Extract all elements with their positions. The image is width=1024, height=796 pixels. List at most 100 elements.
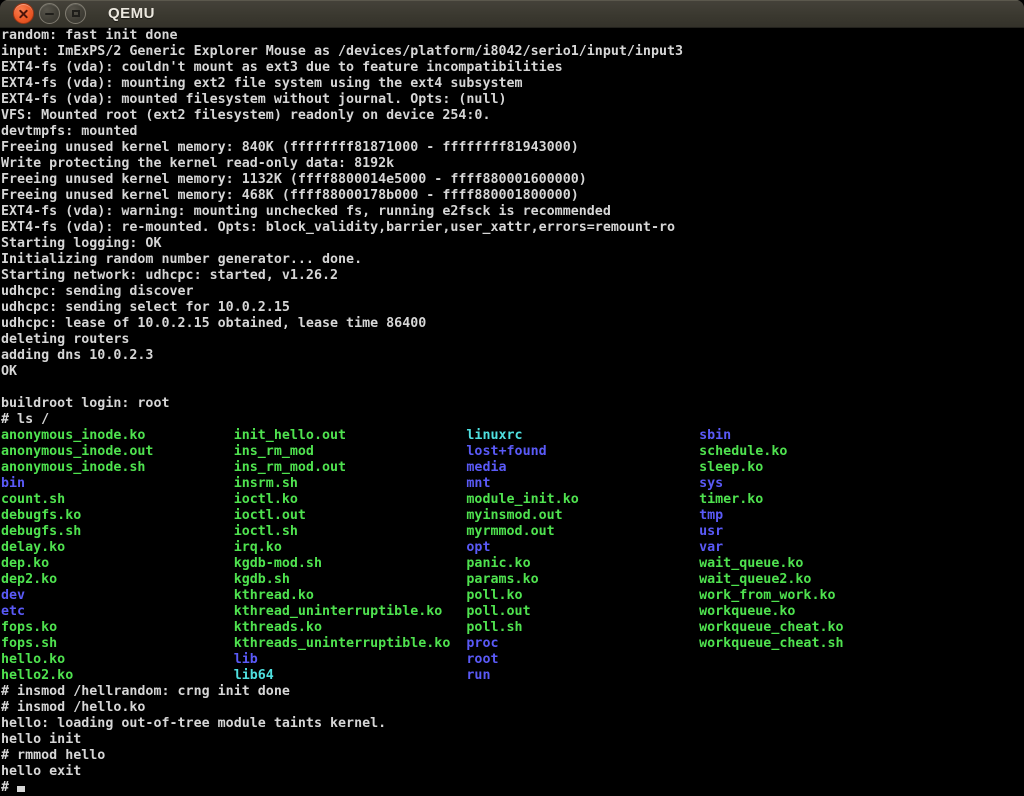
terminal-line: buildroot login: root [1, 396, 1024, 412]
ls-entry: ioctl.ko [234, 492, 467, 507]
ls-entry: lost+found [466, 444, 699, 459]
terminal-text: Freeing unused kernel memory: 1132K (fff… [1, 172, 587, 187]
ls-entry: poll.out [466, 604, 699, 619]
terminal-text: Freeing unused kernel memory: 468K (ffff… [1, 188, 579, 203]
ls-entry: poll.ko [466, 588, 699, 603]
terminal-line: fops.sh kthreads_uninterruptible.ko proc… [1, 636, 1024, 652]
terminal-line: EXT4-fs (vda): couldn't mount as ext3 du… [1, 60, 1024, 76]
terminal-text: Freeing unused kernel memory: 840K (ffff… [1, 140, 579, 155]
ls-entry: var [699, 540, 723, 555]
ls-entry: ioctl.sh [234, 524, 467, 539]
terminal-line: hello: loading out-of-tree module taints… [1, 716, 1024, 732]
ls-entry: run [466, 668, 490, 683]
terminal-text: EXT4-fs (vda): couldn't mount as ext3 du… [1, 60, 563, 75]
minimize-button[interactable] [39, 3, 60, 24]
terminal-text: OK [1, 364, 17, 379]
ls-entry: proc [466, 636, 699, 651]
terminal-text: input: ImExPS/2 Generic Explorer Mouse a… [1, 44, 683, 59]
terminal-line: anonymous_inode.sh ins_rm_mod.out media … [1, 460, 1024, 476]
close-button[interactable] [13, 3, 34, 24]
window-title: QEMU [108, 5, 155, 22]
ls-entry: kgdb.sh [234, 572, 467, 587]
terminal-text: # insmod /hellrandom: crng init done [1, 684, 290, 699]
ls-entry: etc [1, 604, 234, 619]
terminal-text: Write protecting the kernel read-only da… [1, 156, 394, 171]
maximize-button[interactable] [65, 3, 86, 24]
ls-entry: timer.ko [699, 492, 763, 507]
terminal-line: # ls / [1, 412, 1024, 428]
terminal-line: hello.ko lib root [1, 652, 1024, 668]
terminal-line: input: ImExPS/2 Generic Explorer Mouse a… [1, 44, 1024, 60]
terminal-line: dep2.ko kgdb.sh params.ko wait_queue2.ko [1, 572, 1024, 588]
terminal-line: EXT4-fs (vda): mounting ext2 file system… [1, 76, 1024, 92]
terminal-text: Starting network: udhcpc: started, v1.26… [1, 268, 338, 283]
ls-entry: usr [699, 524, 723, 539]
terminal-line: # insmod /hello.ko [1, 700, 1024, 716]
ls-entry: bin [1, 476, 234, 491]
ls-entry: workqueue.ko [699, 604, 795, 619]
ls-entry: myinsmod.out [466, 508, 699, 523]
ls-entry: kthreads_uninterruptible.ko [234, 636, 467, 651]
ls-entry: dev [1, 588, 234, 603]
terminal-text: udhcpc: lease of 10.0.2.15 obtained, lea… [1, 316, 426, 331]
ls-entry: sbin [699, 428, 731, 443]
terminal-line: Initializing random number generator... … [1, 252, 1024, 268]
ls-entry: linuxrc [466, 428, 699, 443]
terminal-line: Freeing unused kernel memory: 1132K (fff… [1, 172, 1024, 188]
ls-entry: workqueue_cheat.ko [699, 620, 843, 635]
ls-entry: dep.ko [1, 556, 234, 571]
close-icon [19, 9, 28, 18]
ls-entry: fops.sh [1, 636, 234, 651]
terminal-line: dev kthread.ko poll.ko work_from_work.ko [1, 588, 1024, 604]
terminal-text: udhcpc: sending discover [1, 284, 194, 299]
terminal-screen[interactable]: random: fast init doneinput: ImExPS/2 Ge… [0, 28, 1024, 796]
ls-entry: debugfs.sh [1, 524, 234, 539]
ls-entry: debugfs.ko [1, 508, 234, 523]
terminal-line: udhcpc: sending select for 10.0.2.15 [1, 300, 1024, 316]
terminal-text: VFS: Mounted root (ext2 filesystem) read… [1, 108, 490, 123]
ls-entry: wait_queue.ko [699, 556, 803, 571]
ls-entry: dep2.ko [1, 572, 234, 587]
ls-entry: work_from_work.ko [699, 588, 835, 603]
shell-prompt: # [1, 780, 17, 795]
terminal-line: count.sh ioctl.ko module_init.ko timer.k… [1, 492, 1024, 508]
terminal-line: delay.ko irq.ko opt var [1, 540, 1024, 556]
ls-entry: root [466, 652, 498, 667]
ls-entry: sleep.ko [699, 460, 763, 475]
terminal-text: hello: loading out-of-tree module taints… [1, 716, 386, 731]
terminal-text: Initializing random number generator... … [1, 252, 362, 267]
terminal-text: EXT4-fs (vda): warning: mounting uncheck… [1, 204, 611, 219]
ls-entry: panic.ko [466, 556, 699, 571]
terminal-line [1, 380, 1024, 396]
ls-entry: wait_queue2.ko [699, 572, 811, 587]
terminal-text: # insmod /hello.ko [1, 700, 145, 715]
maximize-icon [72, 10, 80, 17]
ls-entry: sys [699, 476, 723, 491]
terminal-line: hello exit [1, 764, 1024, 780]
terminal-line: Starting network: udhcpc: started, v1.26… [1, 268, 1024, 284]
ls-entry: ins_rm_mod.out [234, 460, 467, 475]
text-cursor [17, 786, 25, 792]
ls-entry: module_init.ko [466, 492, 699, 507]
ls-entry: poll.sh [466, 620, 699, 635]
terminal-line: hello init [1, 732, 1024, 748]
terminal-text: udhcpc: sending select for 10.0.2.15 [1, 300, 290, 315]
ls-entry: mnt [466, 476, 699, 491]
ls-entry: irq.ko [234, 540, 467, 555]
window-titlebar[interactable]: QEMU [0, 0, 1024, 28]
ls-entry: kthread_uninterruptible.ko [234, 604, 467, 619]
ls-entry: workqueue_cheat.sh [699, 636, 843, 651]
terminal-text: EXT4-fs (vda): re-mounted. Opts: block_v… [1, 220, 675, 235]
terminal-line: # insmod /hellrandom: crng init done [1, 684, 1024, 700]
terminal-line: devtmpfs: mounted [1, 124, 1024, 140]
terminal-text: deleting routers [1, 332, 129, 347]
terminal-line: Write protecting the kernel read-only da… [1, 156, 1024, 172]
ls-entry: kgdb-mod.sh [234, 556, 467, 571]
ls-entry: params.ko [466, 572, 699, 587]
terminal-line: EXT4-fs (vda): re-mounted. Opts: block_v… [1, 220, 1024, 236]
ls-entry: hello2.ko [1, 668, 234, 683]
terminal-line: anonymous_inode.ko init_hello.out linuxr… [1, 428, 1024, 444]
ls-entry: init_hello.out [234, 428, 467, 443]
terminal-text: # ls / [1, 412, 49, 427]
terminal-line: Freeing unused kernel memory: 840K (ffff… [1, 140, 1024, 156]
